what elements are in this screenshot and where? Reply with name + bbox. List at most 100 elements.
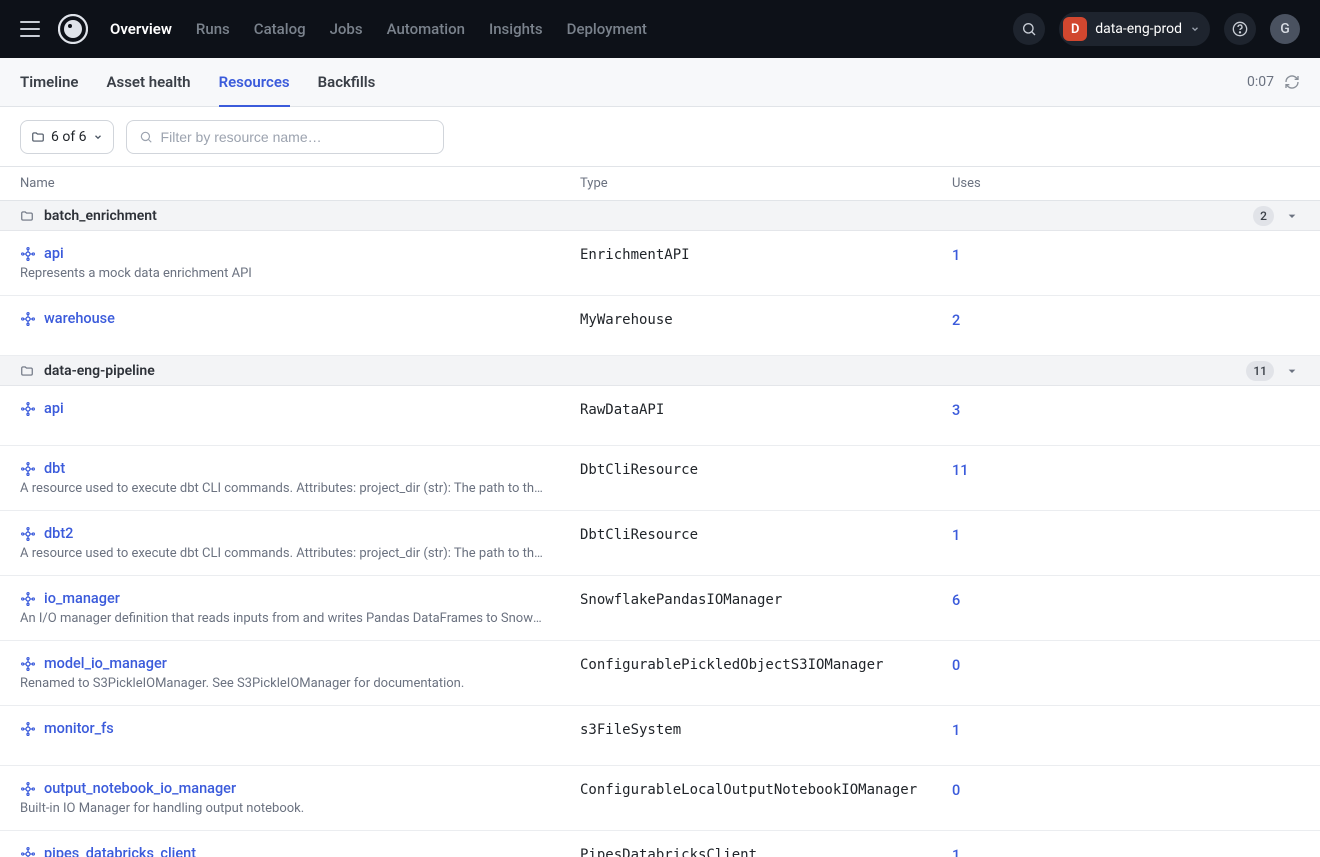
table-row: pipes_databricks_client PipesDatabricksCl… bbox=[0, 831, 1320, 857]
search-icon bbox=[139, 130, 153, 144]
col-uses: Uses bbox=[952, 176, 1300, 191]
resource-uses-link[interactable]: 0 bbox=[952, 655, 1300, 691]
resource-description: An I/O manager definition that reads inp… bbox=[20, 611, 544, 626]
nav-link-runs[interactable]: Runs bbox=[196, 20, 230, 38]
resource-name-link[interactable]: dbt2 bbox=[44, 525, 73, 542]
nav-links: Overview Runs Catalog Jobs Automation Insight… bbox=[110, 20, 647, 38]
resource-icon bbox=[20, 846, 36, 857]
menu-icon[interactable] bbox=[20, 21, 40, 37]
folder-icon bbox=[20, 209, 34, 223]
help-icon[interactable] bbox=[1224, 13, 1256, 45]
nav-link-insights[interactable]: Insights bbox=[489, 20, 543, 38]
resource-uses-link[interactable]: 3 bbox=[952, 400, 1300, 431]
table-row: api RawDataAPI3 bbox=[0, 386, 1320, 446]
group-row[interactable]: data-eng-pipeline 11 bbox=[0, 356, 1320, 386]
resource-icon bbox=[20, 461, 36, 477]
filter-bar: 6 of 6 bbox=[0, 107, 1320, 167]
resource-type: ConfigurablePickledObjectS3IOManager bbox=[580, 655, 952, 691]
nav-link-automation[interactable]: Automation bbox=[387, 20, 465, 38]
resource-type: MyWarehouse bbox=[580, 310, 952, 341]
resource-uses-link[interactable]: 1 bbox=[952, 720, 1300, 751]
tab-timeline[interactable]: Timeline bbox=[20, 58, 78, 106]
resource-description: Built-in IO Manager for handling output … bbox=[20, 801, 544, 816]
resource-description: Renamed to S3PickleIOManager. See S3Pick… bbox=[20, 676, 544, 691]
table-row: dbt2 A resource used to execute dbt CLI c… bbox=[0, 511, 1320, 576]
resource-icon bbox=[20, 526, 36, 542]
resource-uses-link[interactable]: 1 bbox=[952, 245, 1300, 281]
group-row[interactable]: batch_enrichment 2 bbox=[0, 201, 1320, 231]
resource-icon bbox=[20, 721, 36, 737]
sub-nav: Timeline Asset health Resources Backfills 0… bbox=[0, 58, 1320, 107]
resource-icon bbox=[20, 246, 36, 262]
resource-uses-link[interactable]: 0 bbox=[952, 780, 1300, 816]
deployment-selector[interactable]: D data-eng-prod bbox=[1059, 12, 1210, 46]
resource-name-link[interactable]: api bbox=[44, 400, 64, 417]
deployment-badge: D bbox=[1063, 17, 1087, 41]
table-row: io_manager An I/O manager definition that… bbox=[0, 576, 1320, 641]
table-row: apiRepresents a mock data enrichment API… bbox=[0, 231, 1320, 296]
avatar[interactable]: G bbox=[1270, 14, 1300, 44]
resource-name-link[interactable]: monitor_fs bbox=[44, 720, 114, 737]
group-name: data-eng-pipeline bbox=[44, 363, 155, 379]
resource-uses-link[interactable]: 1 bbox=[952, 525, 1300, 561]
resource-description: A resource used to execute dbt CLI comma… bbox=[20, 546, 544, 561]
resource-type: DbtCliResource bbox=[580, 525, 952, 561]
nav-link-jobs[interactable]: Jobs bbox=[330, 20, 363, 38]
resource-name-link[interactable]: model_io_manager bbox=[44, 655, 167, 672]
table-row: output_notebook_io_manager Built-in IO Ma… bbox=[0, 766, 1320, 831]
chevron-down-icon bbox=[1190, 24, 1200, 34]
resource-icon bbox=[20, 311, 36, 327]
resource-type: s3FileSystem bbox=[580, 720, 952, 751]
table-row: model_io_manager Renamed to S3PickleIOMan… bbox=[0, 641, 1320, 706]
resource-icon bbox=[20, 781, 36, 797]
resource-icon bbox=[20, 656, 36, 672]
nav-link-overview[interactable]: Overview bbox=[110, 20, 172, 38]
tab-resources[interactable]: Resources bbox=[219, 58, 290, 106]
resource-uses-link[interactable]: 1 bbox=[952, 845, 1300, 857]
nav-link-deployment[interactable]: Deployment bbox=[567, 20, 647, 38]
resource-type: DbtCliResource bbox=[580, 460, 952, 496]
resource-uses-link[interactable]: 11 bbox=[952, 460, 1300, 496]
resource-name-link[interactable]: output_notebook_io_manager bbox=[44, 780, 236, 797]
resource-uses-link[interactable]: 2 bbox=[952, 310, 1300, 341]
resource-name-link[interactable]: api bbox=[44, 245, 64, 262]
nav-link-catalog[interactable]: Catalog bbox=[254, 20, 306, 38]
resource-name-link[interactable]: warehouse bbox=[44, 310, 115, 327]
resources-table: Name Type Uses batch_enrichment 2 apiRepre… bbox=[0, 167, 1320, 857]
resource-description: A resource used to execute dbt CLI comma… bbox=[20, 481, 544, 496]
resource-type: ConfigurableLocalOutputNotebookIOManager bbox=[580, 780, 952, 816]
resource-uses-link[interactable]: 6 bbox=[952, 590, 1300, 626]
chevron-down-icon bbox=[93, 132, 103, 142]
group-count: 11 bbox=[1246, 361, 1274, 381]
location-filter-label: 6 of 6 bbox=[51, 129, 87, 145]
resource-type: SnowflakePandasIOManager bbox=[580, 590, 952, 626]
caret-down-icon[interactable] bbox=[1284, 363, 1300, 379]
search-input-wrap bbox=[126, 120, 444, 154]
resource-icon bbox=[20, 591, 36, 607]
table-row: dbt A resource used to execute dbt CLI co… bbox=[0, 446, 1320, 511]
refresh-timer: 0:07 bbox=[1247, 74, 1274, 90]
group-count: 2 bbox=[1253, 206, 1274, 226]
search-icon[interactable] bbox=[1013, 13, 1045, 45]
tab-backfills[interactable]: Backfills bbox=[318, 58, 376, 106]
table-header: Name Type Uses bbox=[0, 167, 1320, 201]
col-name: Name bbox=[20, 176, 580, 191]
group-name: batch_enrichment bbox=[44, 208, 157, 224]
folder-icon bbox=[20, 364, 34, 378]
resource-name-link[interactable]: dbt bbox=[44, 460, 65, 477]
logo[interactable] bbox=[58, 14, 88, 44]
resource-type: RawDataAPI bbox=[580, 400, 952, 431]
resource-type: PipesDatabricksClient bbox=[580, 845, 952, 857]
deployment-name: data-eng-prod bbox=[1095, 21, 1182, 37]
resource-name-link[interactable]: io_manager bbox=[44, 590, 120, 607]
caret-down-icon[interactable] bbox=[1284, 208, 1300, 224]
resource-name-link[interactable]: pipes_databricks_client bbox=[44, 845, 196, 857]
table-row: warehouse MyWarehouse2 bbox=[0, 296, 1320, 356]
search-input[interactable] bbox=[161, 129, 431, 145]
folder-icon bbox=[31, 130, 45, 144]
refresh-icon[interactable] bbox=[1284, 74, 1300, 90]
col-type: Type bbox=[580, 176, 952, 191]
location-filter[interactable]: 6 of 6 bbox=[20, 120, 114, 154]
resource-icon bbox=[20, 401, 36, 417]
tab-asset-health[interactable]: Asset health bbox=[106, 58, 190, 106]
